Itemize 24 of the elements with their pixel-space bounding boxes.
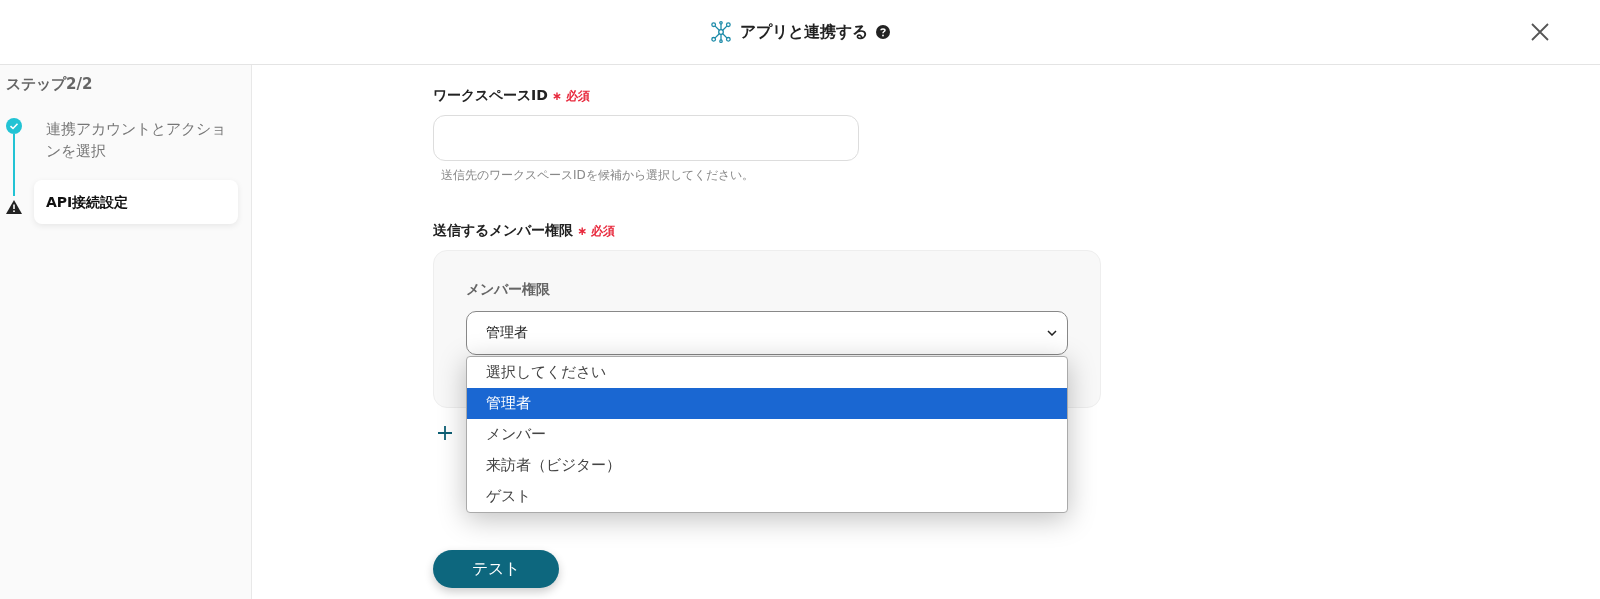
close-icon [1530,22,1550,42]
step-counter: ステップ2/2 [6,75,94,94]
input-field[interactable] [433,115,859,161]
required-mark: ∗ 必須 [577,223,616,240]
test-button[interactable]: テスト [433,550,559,588]
select-field[interactable]: 管理者 [466,311,1068,355]
dropdown-option[interactable]: 来訪者（ビジター） [467,450,1067,481]
help-icon[interactable] [876,25,890,39]
dropdown-option[interactable]: ゲスト [467,481,1067,512]
field-label: メンバー権限 [466,281,551,299]
step-item[interactable]: 連携アカウントとアクションを選択 [34,114,238,180]
dropdown-option[interactable]: 管理者 [467,388,1067,419]
required-mark: ∗ 必須 [551,88,591,105]
warning-icon [6,200,22,214]
step-item[interactable]: API接続設定 [34,180,238,224]
help-text: 送信先のワークスペースIDを候補から選択してください。 [441,167,755,184]
chevron-icon [1047,330,1057,336]
dropdown-option[interactable]: メンバー [467,419,1067,450]
field-label: 送信するメンバー権限 [433,222,573,240]
dropdown-option[interactable]: 選択してください [467,357,1067,388]
plus-icon [438,426,452,440]
field-label: ワークスペースID [433,87,548,105]
dialog-title: アプリと連携する [740,21,868,43]
network-icon [710,21,732,43]
